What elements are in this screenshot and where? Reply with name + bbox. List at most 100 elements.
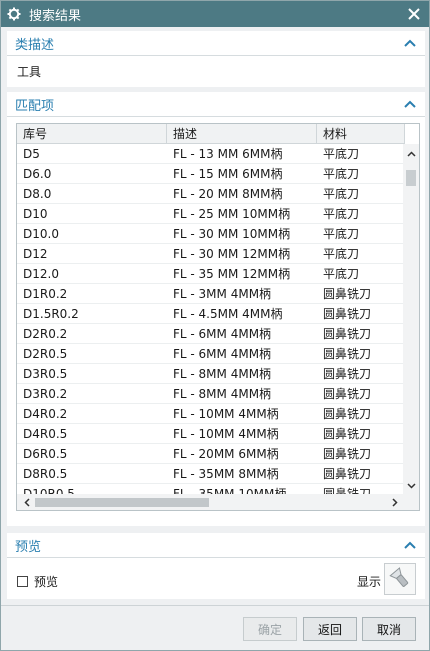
table-row[interactable]: D1.5R0.2 FL - 4.5MM 4MM柄 圆鼻铣刀 [17,304,405,324]
results-table[interactable]: 库号 描述 材料 D5 FL - 13 MM 6MM柄 平底刀 D6.0 FL - 15… [16,123,420,511]
cell-description: FL - 35 MM 12MM柄 [173,267,291,281]
cell-description: FL - 10MM 4MM柄 [173,427,279,441]
cancel-button[interactable]: 取消 [362,617,416,641]
cell-description: FL - 6MM 4MM柄 [173,327,272,341]
table-row[interactable]: D10 FL - 25 MM 10MM柄 平底刀 [17,204,405,224]
preview-checkbox[interactable] [17,576,28,587]
cell-description: FL - 30 MM 12MM柄 [173,247,291,261]
cell-material: 圆鼻铣刀 [323,447,372,461]
cell-description: FL - 6MM 4MM柄 [173,347,272,361]
scroll-left-icon[interactable] [19,494,35,510]
column-header-material[interactable]: 材料 [317,124,405,144]
cell-library-id: D4R0.2 [23,407,68,421]
table-header: 库号 描述 材料 [17,124,405,144]
cell-library-id: D1R0.2 [23,287,68,301]
close-icon[interactable] [403,3,425,25]
category-value: 工具 [17,65,42,79]
cell-description: FL - 8MM 4MM柄 [173,387,272,401]
table-row[interactable]: D2R0.2 FL - 6MM 4MM柄 圆鼻铣刀 [17,324,405,344]
scroll-up-icon[interactable] [403,146,419,162]
category-panel: 类描述 工具 [7,31,425,87]
column-header-library-id[interactable]: 库号 [17,124,167,144]
divider [7,557,425,558]
cell-material: 圆鼻铣刀 [323,387,372,401]
cell-description: FL - 15 MM 6MM柄 [173,167,283,181]
chevron-up-icon[interactable] [403,538,417,552]
cell-material: 平底刀 [323,167,360,181]
table-row[interactable]: D12.0 FL - 35 MM 12MM柄 平底刀 [17,264,405,284]
cell-description: FL - 3MM 4MM柄 [173,287,272,301]
match-panel-header[interactable]: 匹配项 [7,92,425,116]
table-row[interactable]: D3R0.2 FL - 8MM 4MM柄 圆鼻铣刀 [17,384,405,404]
cell-library-id: D5 [23,147,40,161]
table-row[interactable]: D4R0.5 FL - 10MM 4MM柄 圆鼻铣刀 [17,424,405,444]
ok-button[interactable]: 确定 [243,617,297,641]
horizontal-scroll-thumb[interactable] [35,498,209,507]
table-body: D5 FL - 13 MM 6MM柄 平底刀 D6.0 FL - 15 MM 6MM柄平… [17,144,405,504]
vertical-scrollbar[interactable] [403,144,419,496]
cell-description: FL - 30 MM 10MM柄 [173,227,291,241]
show-result-button[interactable] [384,563,416,595]
preview-panel: 预览 预览 显示 [7,533,425,599]
cell-library-id: D10.0 [23,227,59,241]
title-bar: 搜索结果 [1,1,429,27]
cell-library-id: D12 [23,247,48,261]
cell-description: FL - 4.5MM 4MM柄 [173,307,283,321]
chevron-up-icon[interactable] [403,36,417,50]
cell-material: 圆鼻铣刀 [323,327,372,341]
cell-material: 圆鼻铣刀 [323,347,372,361]
cell-description: FL - 8MM 4MM柄 [173,367,272,381]
cell-library-id: D3R0.5 [23,367,68,381]
cell-description: FL - 25 MM 10MM柄 [173,207,291,221]
window-title: 搜索结果 [29,8,82,24]
preview-checkbox-row[interactable]: 预览 [17,573,58,590]
chevron-up-icon[interactable] [403,97,417,111]
cell-library-id: D6R0.5 [23,447,68,461]
table-row[interactable]: D1R0.2 FL - 3MM 4MM柄 圆鼻铣刀 [17,284,405,304]
cell-library-id: D8.0 [23,187,52,201]
cell-library-id: D2R0.2 [23,327,68,341]
table-row[interactable]: D4R0.2 FL - 10MM 4MM柄 圆鼻铣刀 [17,404,405,424]
cell-description: FL - 35MM 8MM柄 [173,467,279,481]
cell-material: 平底刀 [323,267,360,281]
cell-material: 圆鼻铣刀 [323,467,372,481]
preview-checkbox-label: 预览 [34,575,59,589]
cell-description: FL - 10MM 4MM柄 [173,407,279,421]
table-row[interactable]: D10.0 FL - 30 MM 10MM柄 平底刀 [17,224,405,244]
cell-library-id: D6.0 [23,167,52,181]
flashlight-icon [389,566,411,592]
cell-material: 平底刀 [323,147,360,161]
table-row[interactable]: D8.0 FL - 20 MM 8MM柄 平底刀 [17,184,405,204]
search-results-dialog: 搜索结果 类描述 工具 匹配项 库号 描述 材料 D5 FL - 13 MM 6… [0,0,430,651]
category-panel-header[interactable]: 类描述 [7,31,425,55]
table-row[interactable]: D2R0.5 FL - 6MM 4MM柄 圆鼻铣刀 [17,344,405,364]
table-row[interactable]: D12 FL - 30 MM 12MM柄 平底刀 [17,244,405,264]
vertical-scroll-thumb[interactable] [406,170,416,186]
table-row[interactable]: D8R0.5 FL - 35MM 8MM柄 圆鼻铣刀 [17,464,405,484]
footer-divider [1,605,429,606]
back-button[interactable]: 返回 [303,617,357,641]
table-row[interactable]: D3R0.5 FL - 8MM 4MM柄 圆鼻铣刀 [17,364,405,384]
category-panel-title: 类描述 [15,37,55,53]
cell-material: 平底刀 [323,227,360,241]
cell-library-id: D2R0.5 [23,347,68,361]
preview-panel-header[interactable]: 预览 [7,533,425,557]
scroll-down-icon[interactable] [403,478,419,494]
table-row[interactable]: D6R0.5 FL - 20MM 6MM柄 圆鼻铣刀 [17,444,405,464]
match-panel-title: 匹配项 [15,98,55,114]
cell-library-id: D4R0.5 [23,427,68,441]
cell-library-id: D3R0.2 [23,387,68,401]
cell-description: FL - 20 MM 8MM柄 [173,187,283,201]
cell-description: FL - 20MM 6MM柄 [173,447,279,461]
cell-material: 圆鼻铣刀 [323,307,372,321]
cell-library-id: D1.5R0.2 [23,307,79,321]
table-row[interactable]: D5 FL - 13 MM 6MM柄 平底刀 [17,144,405,164]
column-header-description[interactable]: 描述 [167,124,317,144]
gear-icon [1,1,27,27]
scroll-right-icon[interactable] [387,494,403,510]
cell-material: 圆鼻铣刀 [323,287,372,301]
preview-panel-title: 预览 [15,539,42,555]
horizontal-scrollbar[interactable] [17,494,419,510]
table-row[interactable]: D6.0 FL - 15 MM 6MM柄 平底刀 [17,164,405,184]
cell-description: FL - 13 MM 6MM柄 [173,147,283,161]
